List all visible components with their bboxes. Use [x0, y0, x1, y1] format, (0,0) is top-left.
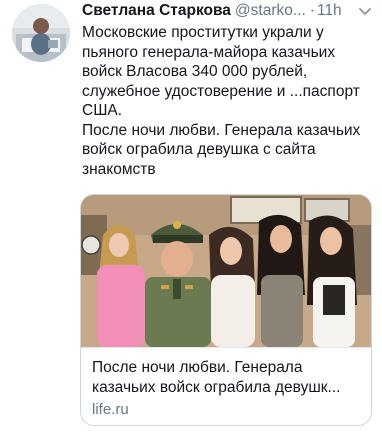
card-domain[interactable]: life.ru — [92, 401, 129, 418]
link-card[interactable]: После ночи любви. Генерала казачьих войс… — [80, 194, 372, 426]
avatar[interactable] — [12, 4, 70, 62]
tweet-timestamp[interactable]: 11h — [317, 2, 342, 20]
card-body[interactable]: После ночи любви. Генерала казачьих войс… — [81, 347, 371, 425]
photo-image — [81, 195, 371, 347]
card-image[interactable] — [81, 195, 371, 347]
tweet-header: Светлана Старкова @starko... · 11h — [82, 2, 374, 22]
chevron-down-icon[interactable] — [358, 7, 372, 17]
tweet-text: Московские проститутки украли у пьяного … — [82, 23, 378, 179]
author-name[interactable]: Светлана Старкова — [82, 2, 231, 20]
card-title[interactable]: После ночи любви. Генерала казачьих войс… — [92, 358, 364, 398]
avatar-photo-icon — [12, 4, 70, 62]
author-handle[interactable]: @starko... — [235, 2, 306, 20]
separator-dot: · — [309, 2, 315, 19]
tweet-paragraph: Московские проститутки украли у пьяного … — [82, 24, 360, 119]
tweet-paragraph: После ночи любви. Генерала казачьих войс… — [82, 121, 361, 178]
tweet[interactable]: Светлана Старкова @starko... · 11h Моско… — [0, 0, 382, 436]
